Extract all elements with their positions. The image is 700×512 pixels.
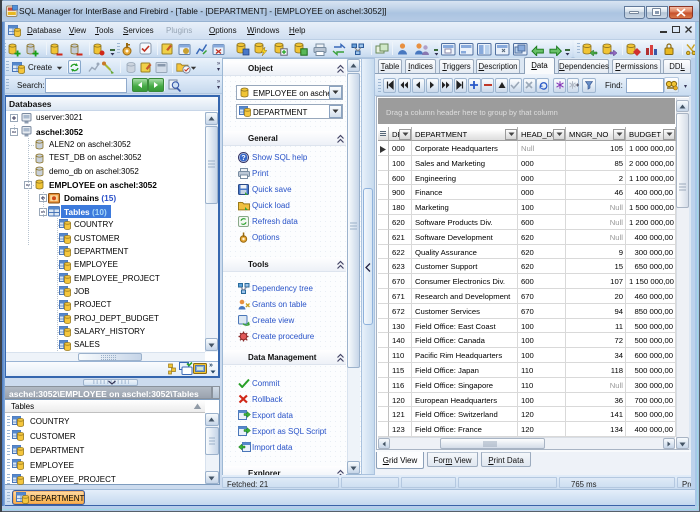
svg-text:?: ? — [241, 155, 245, 162]
